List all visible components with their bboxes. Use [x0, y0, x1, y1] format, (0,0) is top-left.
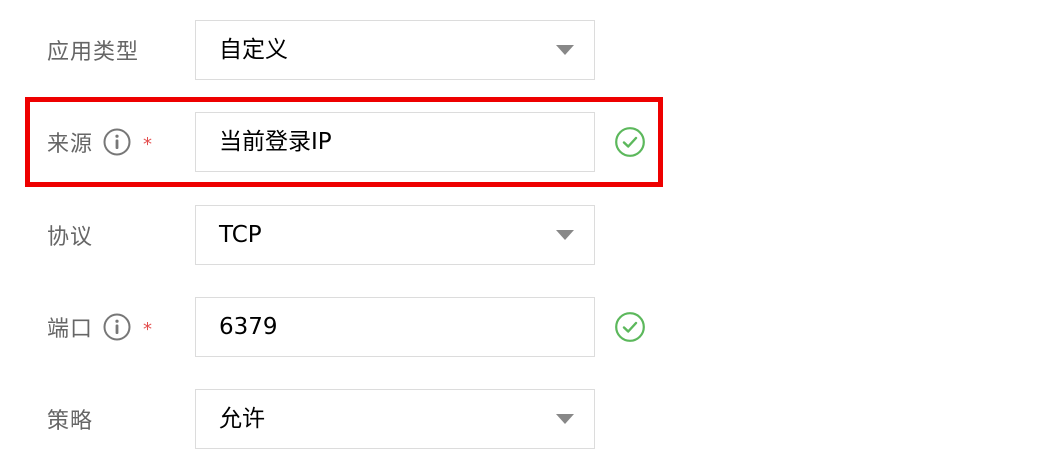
- source-value: 当前登录IP: [219, 129, 332, 155]
- port-label-text: 端口: [47, 317, 94, 342]
- form-row-source: 来源 * 当前登录IP: [0, 112, 1044, 172]
- policy-select[interactable]: 允许: [195, 389, 595, 449]
- protocol-select[interactable]: TCP: [195, 205, 595, 265]
- form-row-port: 端口 * 6379: [0, 297, 1044, 357]
- policy-label-text: 策略: [47, 409, 94, 434]
- required-mark: *: [143, 133, 154, 155]
- source-input[interactable]: 当前登录IP: [195, 112, 595, 172]
- port-value: 6379: [219, 314, 278, 340]
- source-label: 来源 *: [47, 112, 153, 172]
- app-type-select[interactable]: 自定义: [195, 20, 595, 80]
- port-input[interactable]: 6379: [195, 297, 595, 357]
- check-circle-icon: [614, 311, 646, 343]
- policy-value: 允许: [219, 406, 265, 432]
- app-type-value: 自定义: [219, 37, 288, 63]
- info-circle-icon[interactable]: [103, 128, 131, 156]
- caret-down-icon: [556, 414, 574, 424]
- protocol-value: TCP: [219, 222, 262, 248]
- policy-label: 策略: [47, 389, 93, 449]
- source-label-text: 来源: [47, 132, 94, 157]
- app-type-label: 应用类型: [47, 20, 139, 80]
- caret-down-icon: [556, 230, 574, 240]
- info-circle-icon[interactable]: [103, 313, 131, 341]
- form-row-protocol: 协议 TCP: [0, 205, 1044, 265]
- form-row-app-type: 应用类型 自定义: [0, 20, 1044, 80]
- protocol-label-text: 协议: [47, 225, 94, 250]
- form-row-policy: 策略 允许: [0, 389, 1044, 449]
- check-circle-icon: [614, 126, 646, 158]
- app-type-label-text: 应用类型: [47, 40, 140, 65]
- caret-down-icon: [556, 45, 574, 55]
- protocol-label: 协议: [47, 205, 93, 265]
- required-mark: *: [143, 318, 154, 340]
- port-label: 端口 *: [47, 297, 153, 357]
